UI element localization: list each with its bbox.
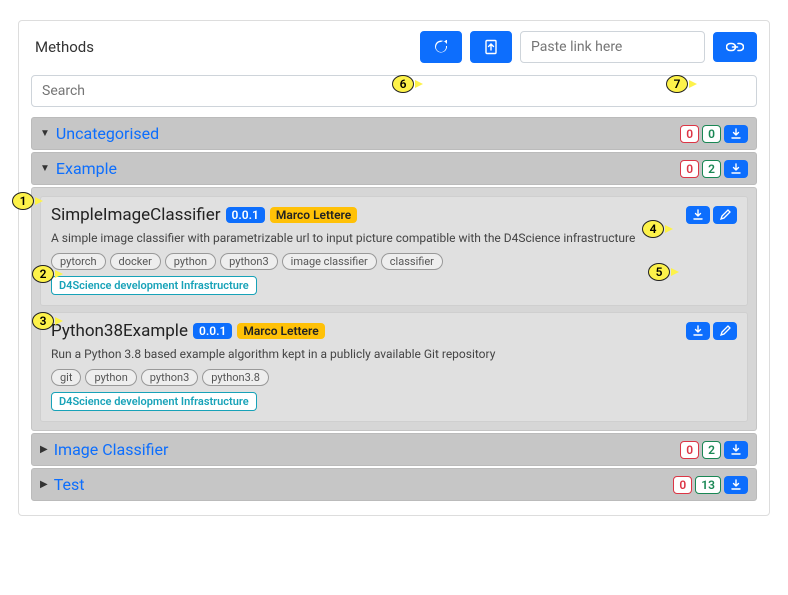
edit-icon bbox=[719, 209, 731, 221]
refresh-button[interactable] bbox=[420, 31, 462, 63]
author-badge: Marco Lettere bbox=[270, 207, 357, 223]
category-name[interactable]: Example bbox=[56, 159, 117, 178]
annotation-marker: 1 bbox=[12, 192, 34, 210]
method-download-button[interactable] bbox=[686, 206, 710, 224]
download-icon bbox=[730, 444, 742, 456]
count-badge-red: 0 bbox=[673, 476, 692, 494]
tag: python3 bbox=[220, 253, 278, 270]
category-name[interactable]: Uncategorised bbox=[56, 124, 159, 143]
annotation-marker: 5 bbox=[648, 263, 670, 281]
count-badge-green: 2 bbox=[702, 160, 721, 178]
method-card: SimpleImageClassifier 0.0.1 Marco Letter… bbox=[40, 196, 748, 306]
method-tags: pytorch docker python python3 image clas… bbox=[51, 253, 737, 270]
method-name: SimpleImageClassifier bbox=[51, 205, 221, 225]
method-edit-button[interactable] bbox=[713, 206, 737, 224]
download-button[interactable] bbox=[724, 160, 748, 178]
download-icon bbox=[730, 479, 742, 491]
link-icon bbox=[726, 40, 744, 54]
annotation-marker: 2 bbox=[32, 265, 54, 283]
methods-list: ▼ Uncategorised 0 0 ▼ Example 0 2 bbox=[31, 117, 757, 501]
download-icon bbox=[730, 128, 742, 140]
tag: docker bbox=[110, 253, 161, 270]
tag: python3.8 bbox=[202, 369, 269, 386]
method-description: A simple image classifier with parametri… bbox=[51, 231, 737, 245]
paste-link-input[interactable] bbox=[520, 31, 705, 63]
tag: image classifier bbox=[282, 253, 377, 270]
tag: classifier bbox=[381, 253, 443, 270]
tag: python bbox=[165, 253, 216, 270]
download-icon bbox=[730, 163, 742, 175]
annotation-marker: 7 bbox=[666, 75, 688, 93]
caret-down-icon[interactable]: ▼ bbox=[40, 163, 50, 174]
count-badge-red: 0 bbox=[680, 125, 699, 143]
category-row-uncategorised[interactable]: ▼ Uncategorised 0 0 bbox=[31, 117, 757, 150]
category-name[interactable]: Image Classifier bbox=[54, 440, 169, 459]
tag: pytorch bbox=[51, 253, 106, 270]
count-badge-red: 0 bbox=[680, 160, 699, 178]
edit-icon bbox=[719, 325, 731, 337]
infrastructure-badge: D4Science development Infrastructure bbox=[51, 276, 257, 295]
caret-right-icon[interactable]: ▶ bbox=[40, 444, 48, 455]
tag: git bbox=[51, 369, 81, 386]
method-card: Python38Example 0.0.1 Marco Lettere bbox=[40, 312, 748, 422]
download-button[interactable] bbox=[724, 441, 748, 459]
method-edit-button[interactable] bbox=[713, 322, 737, 340]
method-description: Run a Python 3.8 based example algorithm… bbox=[51, 347, 737, 361]
count-badge-green: 13 bbox=[695, 476, 721, 494]
count-badge-red: 0 bbox=[680, 441, 699, 459]
category-name[interactable]: Test bbox=[54, 475, 85, 494]
method-name: Python38Example bbox=[51, 321, 188, 341]
download-icon bbox=[692, 209, 704, 221]
count-badge-green: 2 bbox=[702, 441, 721, 459]
category-row-image-classifier[interactable]: ▶ Image Classifier 0 2 bbox=[31, 433, 757, 466]
download-button[interactable] bbox=[724, 476, 748, 494]
author-badge: Marco Lettere bbox=[237, 323, 324, 339]
panel-header: Methods bbox=[19, 21, 769, 71]
file-upload-icon bbox=[483, 39, 499, 55]
download-icon bbox=[692, 325, 704, 337]
link-submit-button[interactable] bbox=[713, 32, 757, 62]
method-download-button[interactable] bbox=[686, 322, 710, 340]
version-badge: 0.0.1 bbox=[193, 323, 232, 339]
tag: python3 bbox=[141, 369, 199, 386]
download-button[interactable] bbox=[724, 125, 748, 143]
annotation-marker: 3 bbox=[32, 312, 54, 330]
caret-down-icon[interactable]: ▼ bbox=[40, 128, 50, 139]
caret-right-icon[interactable]: ▶ bbox=[40, 479, 48, 490]
panel-title: Methods bbox=[31, 38, 94, 56]
annotation-marker: 4 bbox=[642, 220, 664, 238]
category-row-example[interactable]: ▼ Example 0 2 bbox=[31, 152, 757, 185]
infrastructure-badge: D4Science development Infrastructure bbox=[51, 392, 257, 411]
upload-button[interactable] bbox=[470, 31, 512, 63]
tag: python bbox=[85, 369, 136, 386]
refresh-icon bbox=[433, 39, 449, 55]
category-row-test[interactable]: ▶ Test 0 13 bbox=[31, 468, 757, 501]
version-badge: 0.0.1 bbox=[226, 207, 265, 223]
method-tags: git python python3 python3.8 bbox=[51, 369, 737, 386]
annotation-marker: 6 bbox=[392, 75, 414, 93]
count-badge-green: 0 bbox=[702, 125, 721, 143]
